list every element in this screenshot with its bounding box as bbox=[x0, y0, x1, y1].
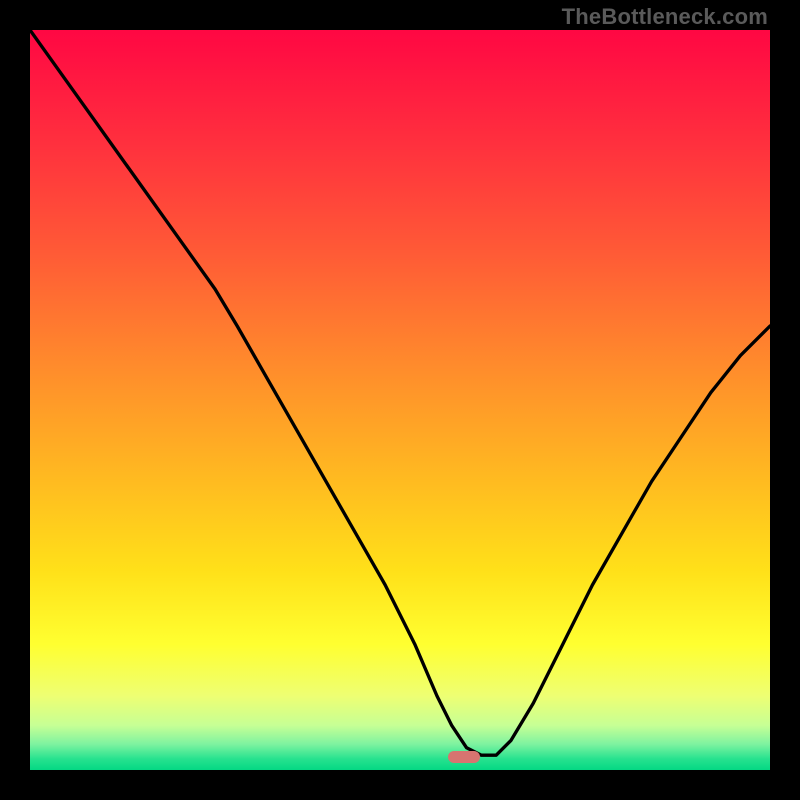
watermark-text: TheBottleneck.com bbox=[562, 4, 768, 30]
bottleneck-curve bbox=[30, 30, 770, 770]
outer-frame: TheBottleneck.com bbox=[0, 0, 800, 800]
optimal-marker bbox=[448, 751, 480, 763]
plot-area bbox=[30, 30, 770, 770]
